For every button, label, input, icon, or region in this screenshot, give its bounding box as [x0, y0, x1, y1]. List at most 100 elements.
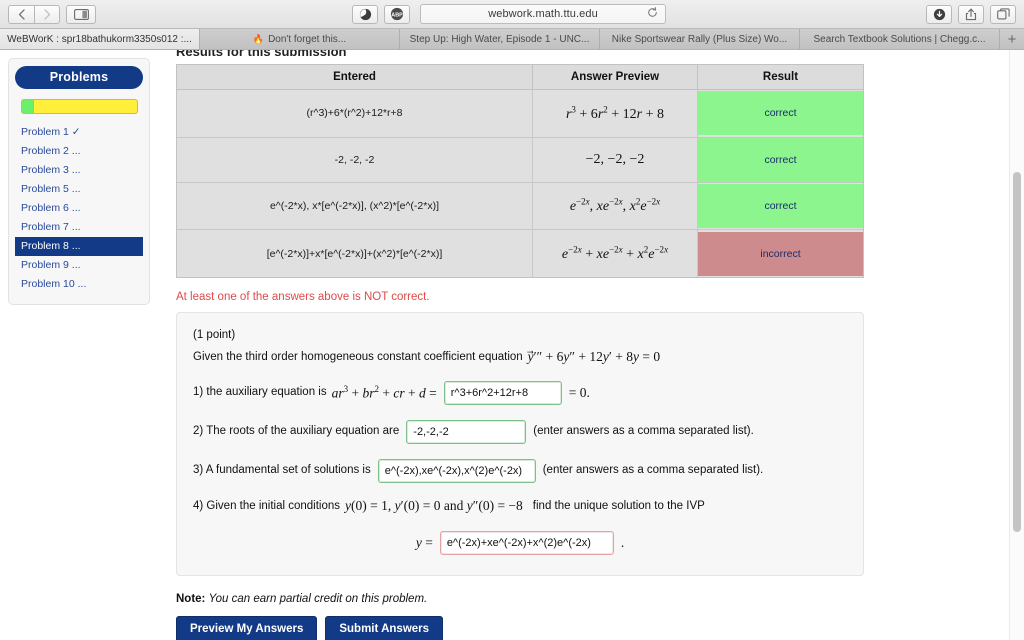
- sidebar-title: Problems: [15, 66, 143, 89]
- status-badge: correct: [698, 183, 863, 228]
- tab-label: Step Up: High Water, Episode 1 - UNC...: [409, 33, 590, 45]
- tab-label: WeBWorK : spr18bathukorm3350s012 :...: [7, 33, 192, 45]
- sidebar-item-problem-1[interactable]: Problem 1 ✓: [15, 123, 143, 142]
- question-1-prefix: 1) the auxiliary equation is: [193, 386, 327, 399]
- question-3-prefix: 3) A fundamental set of solutions is: [193, 464, 371, 477]
- question-3-suffix: (enter answers as a comma separated list…: [542, 464, 764, 477]
- problem-intro-line: Given the third order homogeneous consta…: [193, 349, 847, 366]
- forward-button[interactable]: [34, 4, 60, 24]
- result-cell: correct: [698, 182, 863, 231]
- sidebar-item-problem-10[interactable]: Problem 10 ...: [15, 275, 143, 294]
- sidebar-toggle-icon[interactable]: [66, 4, 96, 24]
- results-table: Entered Answer Preview Result (r^3)+6*(r…: [176, 64, 864, 278]
- sidebar-item-problem-3[interactable]: Problem 3 ...: [15, 161, 143, 180]
- browser-chrome: ABP webwork.math.ttu.edu WeBWorK: spr18…: [0, 0, 1024, 50]
- main-content: Results for this submission Entered Answ…: [168, 50, 988, 640]
- sidebar-item-problem-5[interactable]: Problem 5 ...: [15, 180, 143, 199]
- question-4-line: 4) Given the initial conditions y(0) = 1…: [193, 498, 847, 515]
- address-bar[interactable]: webwork.math.ttu.edu: [420, 4, 666, 24]
- ghostery-icon[interactable]: [352, 4, 378, 24]
- question-2-suffix: (enter answers as a comma separated list…: [533, 425, 754, 438]
- question-2-prefix: 2) The roots of the auxiliary equation a…: [193, 425, 400, 438]
- page-scrollbar[interactable]: [1009, 50, 1024, 640]
- navigation-buttons: [8, 4, 60, 24]
- note-text: You can earn partial credit on this prob…: [208, 592, 428, 605]
- column-header-answer-preview: Answer Preview: [533, 65, 698, 90]
- sidebar-item-problem-6[interactable]: Problem 6 ...: [15, 199, 143, 218]
- results-heading: Results for this submission: [176, 50, 347, 58]
- url-text: webwork.math.ttu.edu: [488, 8, 598, 20]
- tab-label: Nike Sportswear Rally (Plus Size) Wo...: [611, 33, 788, 45]
- y-equals-label: y =: [415, 534, 433, 550]
- table-row: e^(-2*x), x*[e^(-2*x)], (x^2)*[e^(-2*x)]…: [177, 182, 863, 231]
- sidebar-item-problem-7[interactable]: Problem 7 ...: [15, 218, 143, 237]
- browser-tab-1[interactable]: 🔥 Don't forget this...: [200, 29, 400, 49]
- question-4-period: .: [620, 534, 625, 550]
- entered-cell: (r^3)+6*(r^2)+12*r+8: [177, 90, 533, 138]
- question-2-line: 2) The roots of the auxiliary equation a…: [193, 419, 847, 444]
- initial-conditions-expr: y(0) = 1, y′(0) = 0 and y″(0) = −8: [345, 498, 523, 514]
- answer-preview-cell: r3 + 6r2 + 12r + 8: [533, 90, 698, 138]
- error-message: At least one of the answers above is NOT…: [176, 290, 430, 303]
- fundamental-set-input[interactable]: e^(-2x),xe^(-2x),x^(2)e^(-2x): [377, 458, 536, 483]
- preview-my-answers-button[interactable]: Preview My Answers: [176, 615, 318, 640]
- browser-tab-3[interactable]: Nike Sportswear Rally (Plus Size) Wo...: [600, 29, 800, 49]
- entered-cell: [e^(-2*x)]+x*[e^(-2*x)]+(x^2)*[e^(-2*x)]: [177, 230, 533, 277]
- reload-icon[interactable]: [647, 5, 658, 23]
- table-row: (r^3)+6*(r^2)+12*r+8 r3 + 6r2 + 12r + 8 …: [177, 90, 863, 138]
- browser-tab-0[interactable]: WeBWorK : spr18bathukorm3350s012 :...: [0, 29, 200, 49]
- auxiliary-equation-expr: ar3 + br2 + cr + d =: [331, 384, 437, 401]
- share-icon[interactable]: [958, 4, 984, 24]
- tab-favicon: 🔥: [252, 33, 265, 44]
- result-cell: correct: [698, 137, 863, 183]
- problem-panel: (1 point) Given the third order homogene…: [176, 311, 864, 576]
- result-cell: correct: [698, 90, 863, 138]
- progress-remaining-segment: [34, 99, 138, 114]
- tab-label: Don't forget this...: [268, 33, 347, 45]
- entered-cell: -2, -2, -2: [177, 137, 533, 183]
- tab-strip: WeBWorK : spr18bathukorm3350s012 :... 🔥 …: [0, 28, 1024, 49]
- progress-bar: [21, 99, 138, 114]
- result-cell: incorrect: [698, 230, 863, 277]
- status-badge: correct: [698, 91, 863, 136]
- submit-answers-button[interactable]: Submit Answers: [325, 615, 444, 640]
- question-3-line: 3) A fundamental set of solutions is e^(…: [193, 458, 847, 483]
- page-viewport: Problems Problem 1 ✓ Problem 2 ... Probl…: [0, 50, 1024, 640]
- browser-tab-2[interactable]: Step Up: High Water, Episode 1 - UNC...: [400, 29, 600, 49]
- note-label: Note:: [176, 592, 206, 605]
- auxiliary-equation-input[interactable]: r^3+6r^2+12r+8: [443, 380, 562, 405]
- question-1-line: 1) the auxiliary equation is ar3 + br2 +…: [193, 380, 847, 405]
- tab-label: Search Textbook Solutions | Chegg.c...: [813, 33, 986, 45]
- back-button[interactable]: [8, 4, 34, 24]
- solution-answer-row: y = e^(-2x)+xe^(-2x)+x^(2)e^(-2x) .: [193, 530, 847, 555]
- problems-sidebar: Problems Problem 1 ✓ Problem 2 ... Probl…: [8, 58, 150, 305]
- sidebar-item-problem-9[interactable]: Problem 9 ...: [15, 256, 143, 275]
- points-label: (1 point): [193, 328, 236, 341]
- svg-text:ABP: ABP: [391, 12, 403, 18]
- roots-input[interactable]: -2,-2,-2: [406, 419, 527, 444]
- new-tab-button[interactable]: +: [1000, 29, 1024, 49]
- sidebar-item-problem-2[interactable]: Problem 2 ...: [15, 142, 143, 161]
- table-row: [e^(-2*x)]+x*[e^(-2*x)]+(x^2)*[e^(-2*x)]…: [177, 230, 863, 277]
- column-header-entered: Entered: [177, 65, 533, 90]
- sidebar-item-problem-8[interactable]: Problem 8 ...: [15, 237, 143, 256]
- entered-cell: e^(-2*x), x*[e^(-2*x)], (x^2)*[e^(-2*x)]: [177, 182, 533, 231]
- question-1-suffix: = 0.: [568, 384, 590, 400]
- scrollbar-thumb[interactable]: [1013, 172, 1021, 532]
- show-tabs-icon[interactable]: [990, 4, 1016, 24]
- answer-preview-cell: −2, −2, −2: [533, 137, 698, 183]
- answer-preview-cell: e−2x, xe−2x, x2e−2x: [533, 182, 698, 231]
- question-4-prefix: 4) Given the initial conditions: [193, 499, 341, 512]
- browser-tab-4[interactable]: Search Textbook Solutions | Chegg.c...: [800, 29, 1000, 49]
- downloads-icon[interactable]: [926, 4, 952, 24]
- table-row: -2, -2, -2 −2, −2, −2 correct: [177, 137, 863, 183]
- status-badge: correct: [698, 137, 863, 182]
- browser-toolbar: ABP webwork.math.ttu.edu: [0, 0, 1024, 28]
- adblock-plus-icon[interactable]: ABP: [384, 4, 410, 24]
- action-buttons: Preview My Answers Submit Answers: [176, 615, 988, 640]
- table-header-row: Entered Answer Preview Result: [177, 65, 863, 90]
- partial-credit-note: Note: You can earn partial credit on thi…: [176, 593, 988, 605]
- status-badge: incorrect: [698, 231, 863, 276]
- problem-intro-text: Given the third order homogeneous consta…: [193, 350, 523, 363]
- ivp-solution-input[interactable]: e^(-2x)+xe^(-2x)+x^(2)e^(-2x): [439, 530, 614, 555]
